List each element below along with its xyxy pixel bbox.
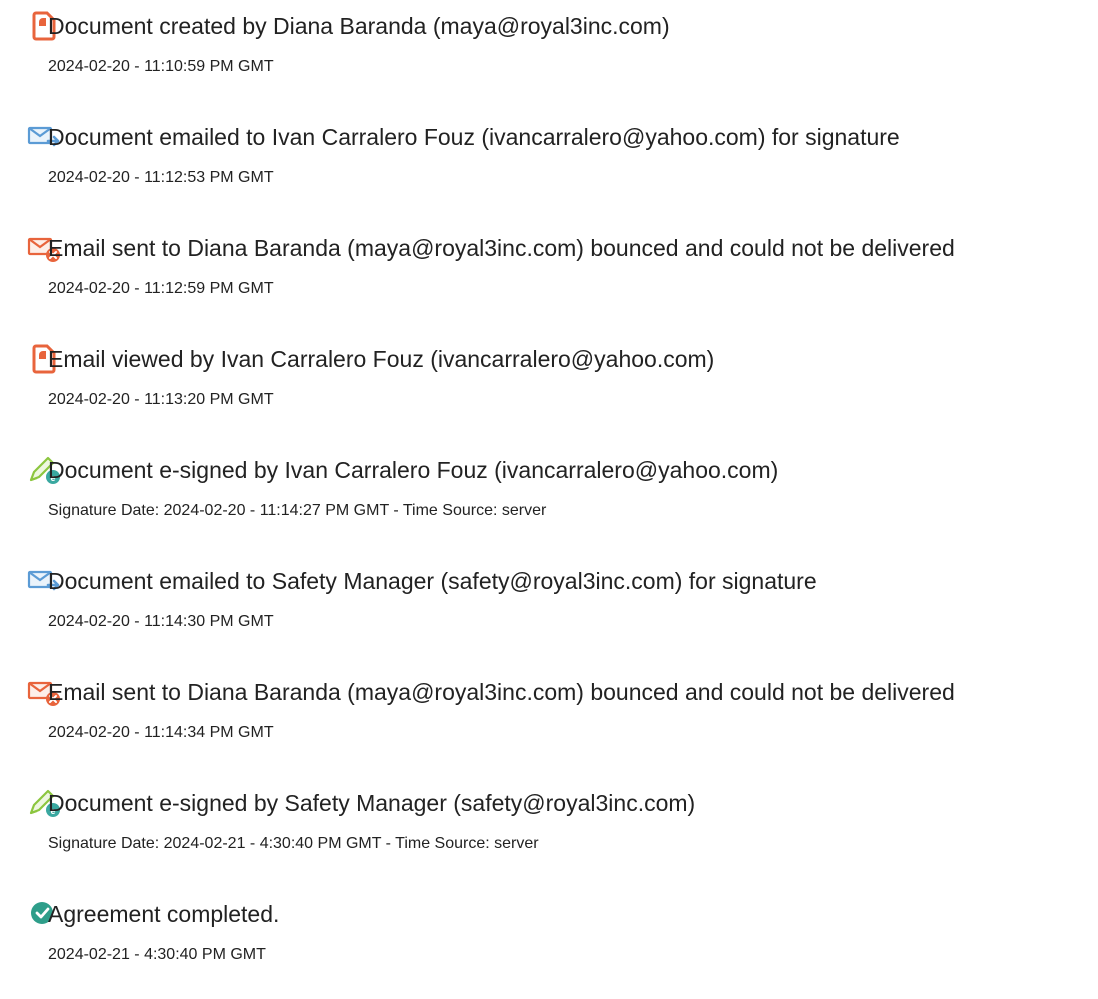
entry-title: Document emailed to Ivan Carralero Fouz … [48, 124, 900, 150]
entry-title: Email sent to Diana Baranda (maya@royal3… [48, 235, 955, 261]
audit-entry: Document created by Diana Baranda (maya@… [0, 0, 1098, 90]
entry-title: Document e-signed by Ivan Carralero Fouz… [48, 457, 779, 483]
entry-title: Document emailed to Safety Manager (safe… [48, 568, 817, 594]
entry-timestamp: 2024-02-20 - 11:14:34 PM GMT [48, 724, 274, 741]
entry-title: Email viewed by Ivan Carralero Fouz (iva… [48, 346, 715, 372]
audit-entry: Agreement completed. 2024-02-21 - 4:30:4… [0, 888, 1098, 978]
entry-timestamp: 2024-02-20 - 11:10:59 PM GMT [48, 58, 274, 75]
entry-timestamp: 2024-02-20 - 11:12:53 PM GMT [48, 169, 274, 186]
entry-title: Document created by Diana Baranda (maya@… [48, 13, 670, 39]
entry-timestamp: 2024-02-20 - 11:12:59 PM GMT [48, 280, 274, 297]
entry-timestamp: Signature Date: 2024-02-20 - 11:14:27 PM… [48, 502, 547, 519]
audit-entry: Email sent to Diana Baranda (maya@royal3… [0, 222, 1098, 312]
entry-title: Agreement completed. [48, 901, 280, 927]
entry-title: Document e-signed by Safety Manager (saf… [48, 790, 696, 816]
audit-entry: Document emailed to Ivan Carralero Fouz … [0, 111, 1098, 201]
audit-entry: Email sent to Diana Baranda (maya@royal3… [0, 666, 1098, 756]
audit-entry: e Document e-signed by Safety Manager (s… [0, 777, 1098, 867]
entry-timestamp: 2024-02-21 - 4:30:40 PM GMT [48, 946, 266, 963]
entry-title: Email sent to Diana Baranda (maya@royal3… [48, 679, 955, 705]
entry-timestamp: 2024-02-20 - 11:13:20 PM GMT [48, 391, 274, 408]
entry-timestamp: 2024-02-20 - 11:14:30 PM GMT [48, 613, 274, 630]
audit-entry: Email viewed by Ivan Carralero Fouz (iva… [0, 333, 1098, 423]
entry-timestamp: Signature Date: 2024-02-21 - 4:30:40 PM … [48, 835, 539, 852]
audit-entry: e Document e-signed by Ivan Carralero Fo… [0, 444, 1098, 534]
audit-entry: Document emailed to Safety Manager (safe… [0, 555, 1098, 645]
